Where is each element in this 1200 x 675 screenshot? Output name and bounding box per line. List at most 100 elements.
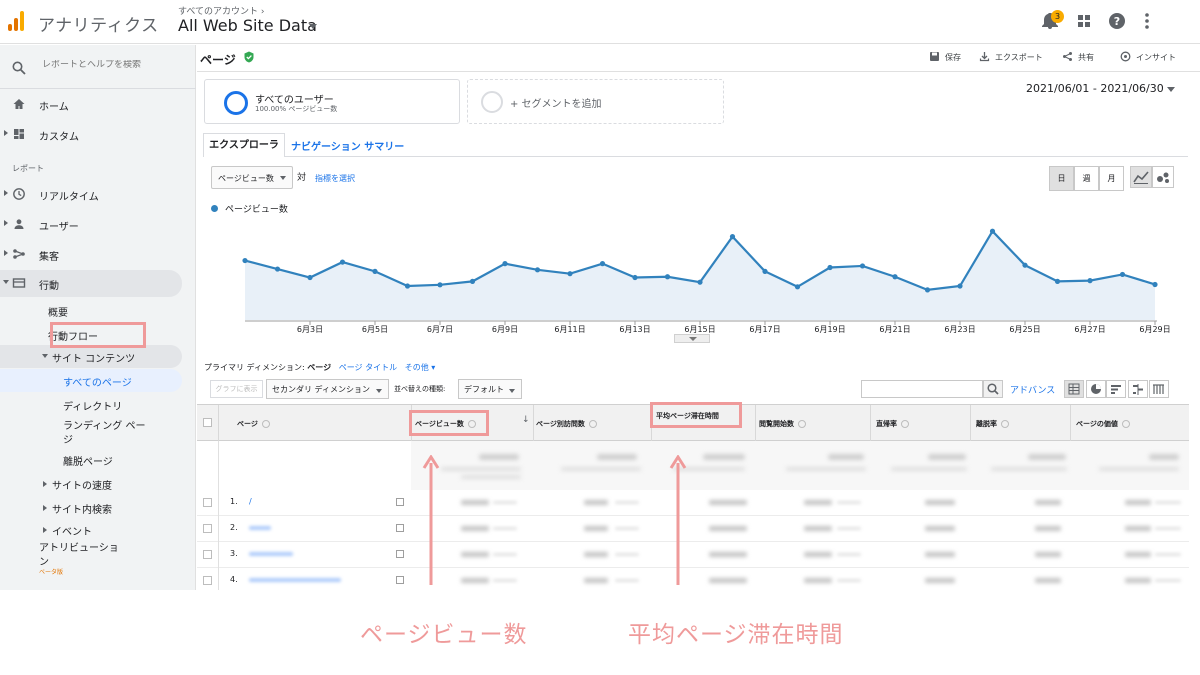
metric-select[interactable]: ページビュー数 [211,166,293,189]
sidebar-item-site-search[interactable]: サイト内検索 [0,498,182,520]
table-view-button[interactable] [1064,380,1084,398]
sidebar-item-custom[interactable]: カスタム [0,121,182,147]
line-chart-button[interactable] [1130,166,1152,188]
cell-blurred [1155,527,1181,530]
column-header-page-value[interactable]: ページの価値 [1076,419,1130,429]
dimension-other[interactable]: その他 ▾ [405,363,436,372]
column-header-bounce-rate[interactable]: 直帰率 [876,419,909,429]
sidebar-item-home[interactable]: ホーム [0,91,182,117]
help-icon[interactable] [588,420,597,428]
table-row[interactable]: 4. [197,568,1189,590]
row-checkbox[interactable] [203,576,212,585]
help-icon[interactable]: ? [1107,11,1127,31]
open-in-new-icon[interactable] [396,498,404,506]
pie-view-button[interactable] [1086,380,1106,398]
sidebar-search-input[interactable] [42,60,182,70]
add-segment-button[interactable]: + セグメントを追加 [467,79,724,124]
tab-navigation-summary[interactable]: ナビゲーション サマリー [291,138,404,153]
data-point [469,278,476,284]
dimension-page[interactable]: ページ [307,363,331,372]
open-in-new-icon[interactable] [396,550,404,558]
sidebar-item-label: ランディング ペー [63,421,146,432]
open-in-new-icon[interactable] [396,576,404,584]
date-range-picker[interactable]: 2021/06/01 - 2021/06/30 [1026,82,1164,95]
data-point [989,228,996,234]
sidebar-item-landing-pages[interactable]: ランディング ペー ジ [0,415,182,447]
notification-badge: 3 [1051,10,1064,23]
chart-collapse-handle[interactable] [674,334,710,343]
tab-explorer[interactable]: エクスプローラ [203,133,285,157]
chevron-down-icon[interactable] [309,24,317,29]
comparison-view-button[interactable] [1128,380,1148,398]
dimension-page-title[interactable]: ページ タイトル [339,363,397,372]
row-page-link-blurred[interactable] [249,526,271,530]
table-row[interactable]: 2. [197,516,1189,542]
row-page-link[interactable]: / [249,497,252,506]
row-page-link-blurred[interactable] [249,552,293,556]
table-row[interactable]: 3. [197,542,1189,568]
chevron-down-icon[interactable] [1167,87,1175,92]
week-button[interactable]: 週 [1074,166,1099,191]
export-button[interactable]: エクスポート [979,52,1043,63]
sidebar-item-users[interactable]: ユーザー [0,211,182,237]
select-all-checkbox[interactable] [203,418,212,427]
row-checkbox[interactable] [203,524,212,533]
insight-button[interactable]: インサイト [1120,51,1176,63]
row-checkbox[interactable] [203,550,212,559]
total-subtext-blurred [441,467,521,471]
segment-ring-icon [481,91,503,113]
plot-rows-button[interactable]: グラフに表示 [210,380,263,398]
share-button[interactable]: 共有 [1063,52,1094,63]
column-header-unique-pageviews[interactable]: ページ別訪問数 [536,419,597,429]
more-vert-icon[interactable] [1137,11,1157,31]
motion-chart-button[interactable] [1152,166,1174,188]
analytics-logo-icon[interactable] [6,9,26,33]
sidebar-item-events[interactable]: イベント [0,522,182,538]
column-header-page[interactable]: ページ [237,419,270,429]
column-header-exit-rate[interactable]: 離脱率 [976,419,1009,429]
sort-descending-icon[interactable]: ↓ [522,415,530,425]
cell-blurred [709,578,747,583]
secondary-dimension-select[interactable]: セカンダリ ディメンション [266,379,389,399]
chevron-down-icon [280,176,286,180]
help-icon[interactable] [1121,420,1130,428]
account-selector[interactable]: All Web Site Data [178,16,317,35]
pivot-view-button[interactable] [1149,380,1169,398]
sidebar-item-attribution[interactable]: アトリビューショ ン [0,537,182,569]
month-button[interactable]: 月 [1099,166,1124,191]
sidebar-item-all-pages[interactable]: すべてのページ [0,369,182,392]
cell-blurred [1035,500,1061,505]
sidebar-item-site-content[interactable]: サイト コンテンツ [0,345,182,368]
help-icon[interactable] [261,420,270,428]
sidebar-item-overview[interactable]: 概要 [0,298,182,322]
row-checkbox[interactable] [203,498,212,507]
table-search-button[interactable] [983,380,1003,398]
table-search-input[interactable] [861,380,983,398]
sidebar-item-behavior[interactable]: 行動 [0,270,182,297]
sidebar-item-exit-pages[interactable]: 離脱ページ [0,450,182,470]
column-header-entrances[interactable]: 閲覧開始数 [759,419,806,429]
day-button[interactable]: 日 [1049,166,1074,191]
sidebar-item-directory[interactable]: ディレクトリ [0,395,182,415]
apps-icon[interactable] [1074,11,1094,31]
cell-blurred [804,578,832,583]
sidebar-item-acquisition[interactable]: 集客 [0,241,182,267]
help-icon[interactable] [901,420,909,428]
divider [218,490,219,590]
sidebar-item-site-speed[interactable]: サイトの速度 [0,474,182,496]
help-icon[interactable] [798,420,806,428]
save-button[interactable]: 保存 [930,52,961,63]
row-page-link-blurred[interactable] [249,578,341,582]
x-tick-label: 6月27日 [1074,325,1105,334]
performance-view-button[interactable] [1106,380,1126,398]
table-row[interactable]: 1. / [197,490,1189,516]
sidebar-item-realtime[interactable]: リアルタイム [0,181,182,207]
segment-all-users[interactable]: すべてのユーザー 100.00% ページビュー数 [204,79,460,124]
x-tick-label: 6月11日 [554,325,585,334]
sort-type-select[interactable]: デフォルト [458,379,522,399]
total-bounce-blurred [928,454,966,460]
open-in-new-icon[interactable] [396,524,404,532]
advanced-filter-link[interactable]: アドバンス [1010,383,1055,396]
select-metric-link[interactable]: 指標を選択 [315,173,355,184]
help-icon[interactable] [1001,420,1009,428]
